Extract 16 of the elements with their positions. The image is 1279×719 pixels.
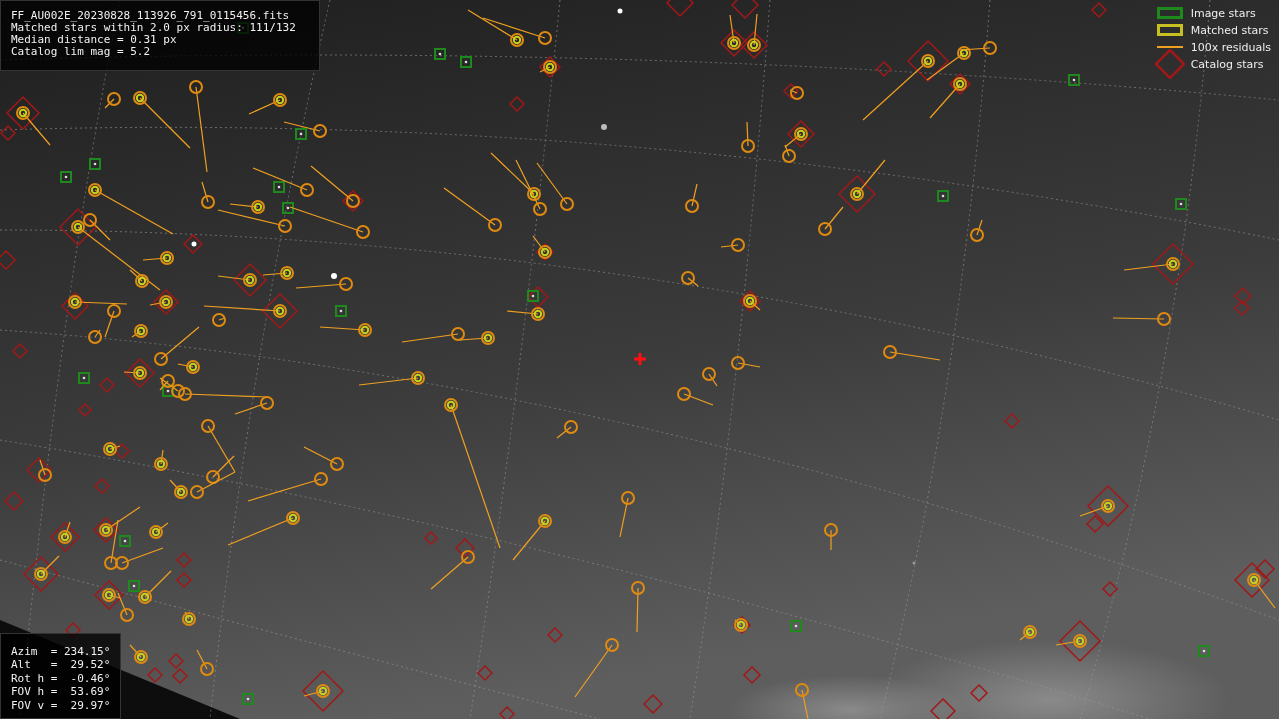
info-text: Median distance = 0.31 px [11,34,178,46]
info-text: Catalog lim mag = 5.2 [11,46,152,58]
legend-label: Matched stars [1190,23,1269,37]
legend-label: Catalog stars [1190,57,1264,71]
pointing-text: Alt = 29.52° [11,658,111,672]
legend-label: 100x residuals [1190,40,1271,54]
catalog-star-icon [1154,49,1185,79]
pointing-text: Azim = 234.15° [11,644,111,658]
residual-line-icon [1156,46,1183,48]
info-text: Matched stars within 2.0 px radius: 111/132 [11,22,297,34]
pointing-text: FOV h = 53.69° [11,685,111,699]
info-text: FF_AU002E_20230828_113926_791_0115456.fits [11,10,291,22]
legend-label: Image stars [1190,6,1256,20]
pointing-text: Rot h = -0.46° [11,671,111,685]
pointing-text: FOV v = 29.97° [11,698,111,712]
center-cross-icon [634,353,646,365]
